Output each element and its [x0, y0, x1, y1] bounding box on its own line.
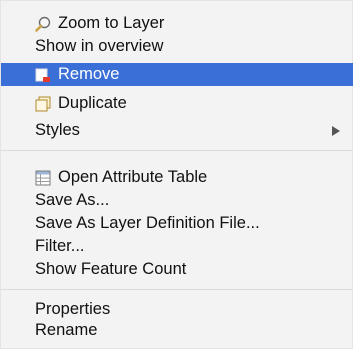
menu-separator: [1, 150, 353, 151]
menu-item-show-in-overview[interactable]: Show in overview: [1, 35, 353, 58]
menu-item-filter[interactable]: Filter...: [1, 235, 353, 258]
attribute-table-icon: [35, 170, 51, 186]
menu-item-label: Show in overview: [35, 37, 164, 55]
menu-item-label: Open Attribute Table: [58, 168, 208, 186]
menu-item-label: Show Feature Count: [35, 260, 187, 278]
submenu-arrow-icon: [332, 126, 340, 136]
menu-item-label: Filter...: [35, 237, 85, 255]
menu-item-label: Save As Layer Definition File...: [35, 214, 260, 232]
menu-separator: [1, 289, 353, 290]
remove-layer-icon: [35, 67, 51, 83]
menu-item-label: Styles: [35, 121, 80, 139]
layer-context-menu: Zoom to Layer Show in overview Remove Du…: [0, 0, 353, 349]
menu-item-save-as-layer-definition[interactable]: Save As Layer Definition File...: [1, 212, 353, 235]
menu-item-label: Remove: [58, 65, 120, 83]
menu-item-rename[interactable]: Rename: [1, 319, 353, 342]
menu-item-label: Zoom to Layer: [58, 14, 165, 32]
menu-item-label: Duplicate: [58, 94, 127, 112]
menu-item-open-attribute-table[interactable]: Open Attribute Table: [1, 166, 353, 189]
menu-item-properties[interactable]: Properties: [1, 298, 353, 321]
menu-item-save-as[interactable]: Save As...: [1, 189, 353, 212]
menu-item-duplicate[interactable]: Duplicate: [1, 92, 353, 115]
menu-item-remove[interactable]: Remove: [1, 63, 353, 86]
menu-item-label: Save As...: [35, 191, 110, 209]
menu-item-label: Rename: [35, 321, 98, 339]
duplicate-layer-icon: [35, 96, 51, 112]
zoom-to-layer-icon: [35, 16, 51, 32]
menu-item-show-feature-count[interactable]: Show Feature Count: [1, 258, 353, 281]
menu-item-label: Properties: [35, 300, 111, 318]
menu-item-zoom-to-layer[interactable]: Zoom to Layer: [1, 12, 353, 35]
menu-item-styles[interactable]: Styles: [1, 119, 353, 142]
